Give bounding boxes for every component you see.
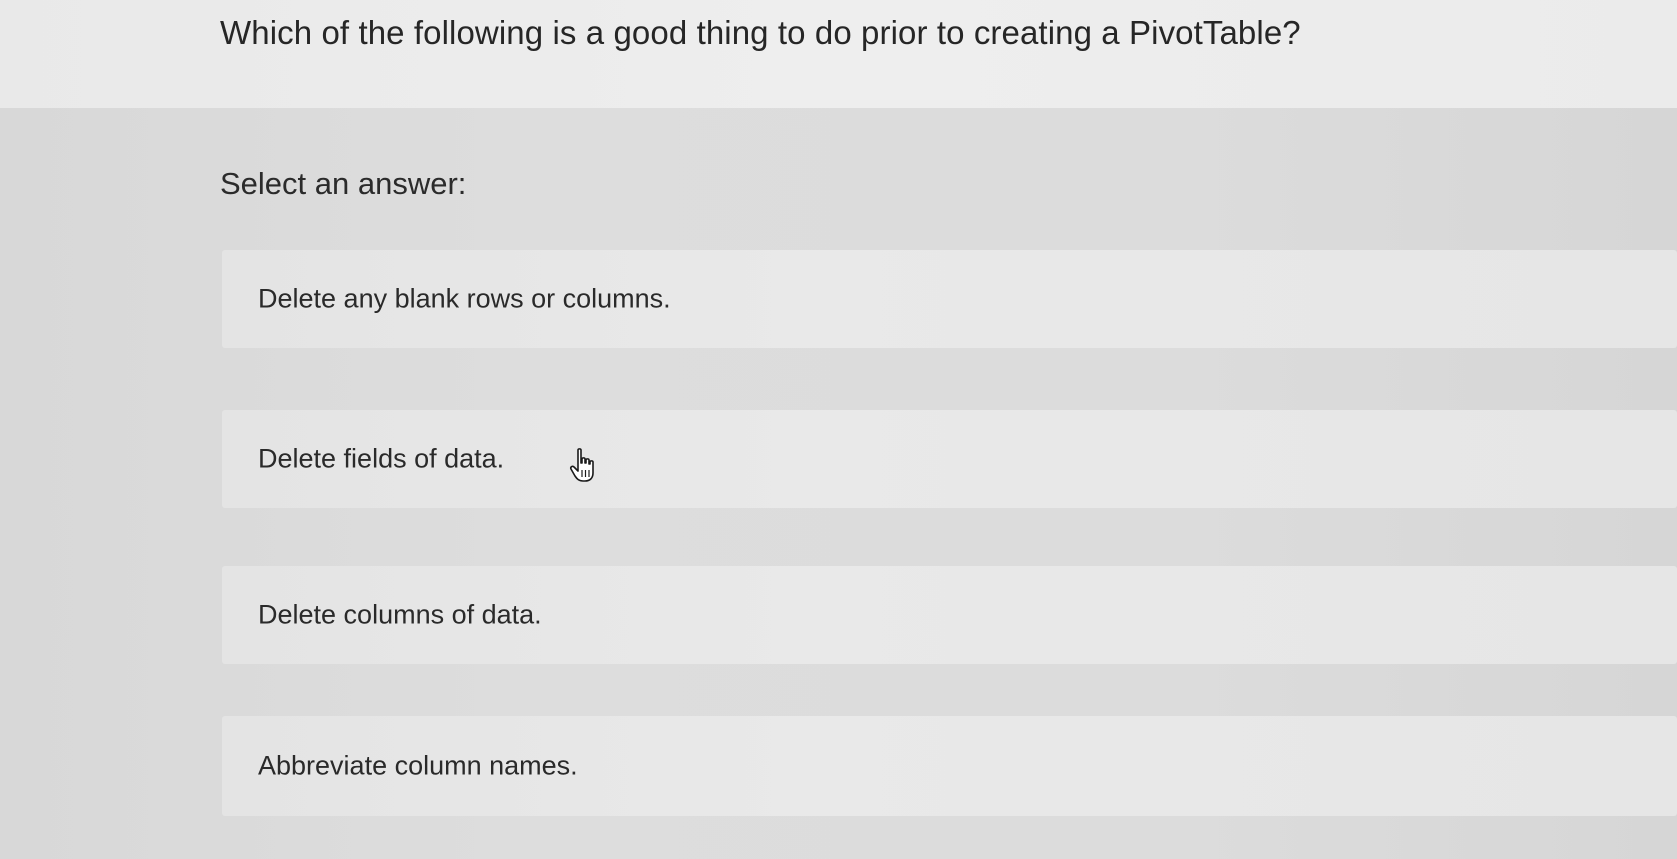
select-answer-prompt: Select an answer: <box>220 166 467 201</box>
question-header: Which of the following is a good thing t… <box>0 0 1677 108</box>
question-text: Which of the following is a good thing t… <box>220 14 1301 51</box>
answer-option-label: Delete any blank rows or columns. <box>258 283 671 314</box>
answer-option-2[interactable]: Delete fields of data. <box>222 410 1677 508</box>
answer-option-4[interactable]: Abbreviate column names. <box>222 716 1677 816</box>
answer-option-label: Delete columns of data. <box>258 599 542 630</box>
answer-option-1[interactable]: Delete any blank rows or columns. <box>222 250 1677 348</box>
answer-option-label: Abbreviate column names. <box>258 750 578 781</box>
answer-option-3[interactable]: Delete columns of data. <box>222 566 1677 664</box>
answer-option-label: Delete fields of data. <box>258 443 505 474</box>
hand-pointer-icon <box>569 448 594 482</box>
